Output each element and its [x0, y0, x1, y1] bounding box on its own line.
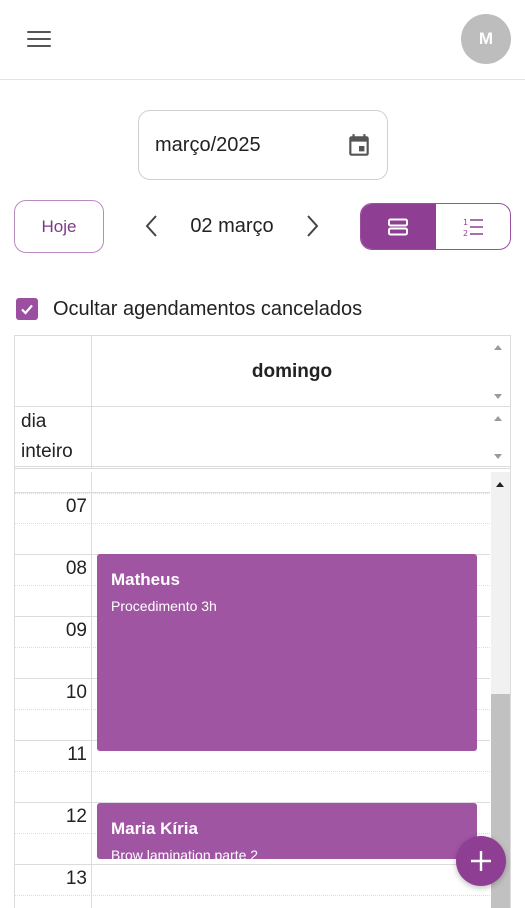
menu-button[interactable]	[20, 22, 58, 56]
plus-icon	[471, 851, 491, 871]
hour-label: 07	[65, 496, 87, 517]
event-description: Brow lamination parte 2	[111, 847, 259, 859]
add-appointment-button[interactable]	[456, 836, 506, 886]
event-title: Maria Kíria	[111, 819, 198, 838]
scroll-up-arrow-icon[interactable]	[494, 345, 502, 350]
svg-text:1: 1	[463, 218, 468, 227]
day-view-button[interactable]	[361, 204, 436, 249]
day-header: domingo	[251, 360, 333, 382]
next-day-button[interactable]	[300, 212, 324, 240]
avatar[interactable]: M	[461, 14, 511, 64]
calendar-header: domingo	[15, 336, 510, 407]
event-title: Matheus	[111, 570, 180, 589]
chevron-right-icon	[307, 215, 319, 237]
numbered-list-icon: 1 2	[463, 218, 483, 238]
appointment-event[interactable]: Matheus Procedimento 3h	[97, 554, 477, 751]
view-toggle: 1 2	[360, 203, 511, 250]
hour-label: 08	[65, 558, 87, 579]
hamburger-icon	[27, 31, 51, 33]
day-view-icon	[388, 218, 409, 235]
hour-label: 11	[67, 744, 87, 765]
list-view-button[interactable]: 1 2	[436, 204, 511, 249]
hour-label: 09	[65, 620, 87, 641]
scroll-up-arrow-icon[interactable]	[494, 416, 502, 421]
hour-label: 10	[65, 682, 87, 703]
scroll-up-arrow-icon[interactable]	[496, 482, 504, 487]
all-day-label: dia inteiro	[15, 407, 92, 469]
event-description: Procedimento 3h	[111, 598, 217, 614]
hide-cancelled-filter: Ocultar agendamentos cancelados	[16, 297, 362, 321]
top-app-bar: M	[0, 0, 525, 80]
current-day-label: 02 março	[190, 214, 274, 237]
all-day-row: dia inteiro	[15, 407, 510, 469]
hour-label: 13	[65, 868, 87, 889]
time-grid[interactable]: 07 08 09 10 11 12 13 Matheus Procediment…	[15, 472, 510, 908]
svg-text:2: 2	[463, 229, 468, 238]
checkmark-icon	[21, 304, 33, 315]
appointment-event[interactable]: Maria Kíria Brow lamination parte 2	[97, 803, 477, 859]
hour-label: 12	[65, 806, 87, 827]
previous-day-button[interactable]	[140, 212, 164, 240]
day-calendar: domingo dia inteiro 07 08 09 10 11 12 13…	[14, 335, 511, 908]
chevron-left-icon	[145, 215, 157, 237]
calendar-icon[interactable]	[346, 133, 372, 165]
scroll-down-arrow-icon[interactable]	[494, 454, 502, 459]
hide-cancelled-checkbox[interactable]	[16, 298, 38, 320]
scroll-down-arrow-icon[interactable]	[494, 394, 502, 399]
hide-cancelled-label[interactable]: Ocultar agendamentos cancelados	[53, 298, 362, 321]
month-picker-field[interactable]: março/2025	[138, 110, 388, 180]
today-button[interactable]: Hoje	[14, 200, 104, 253]
month-picker-value: março/2025	[155, 133, 261, 156]
